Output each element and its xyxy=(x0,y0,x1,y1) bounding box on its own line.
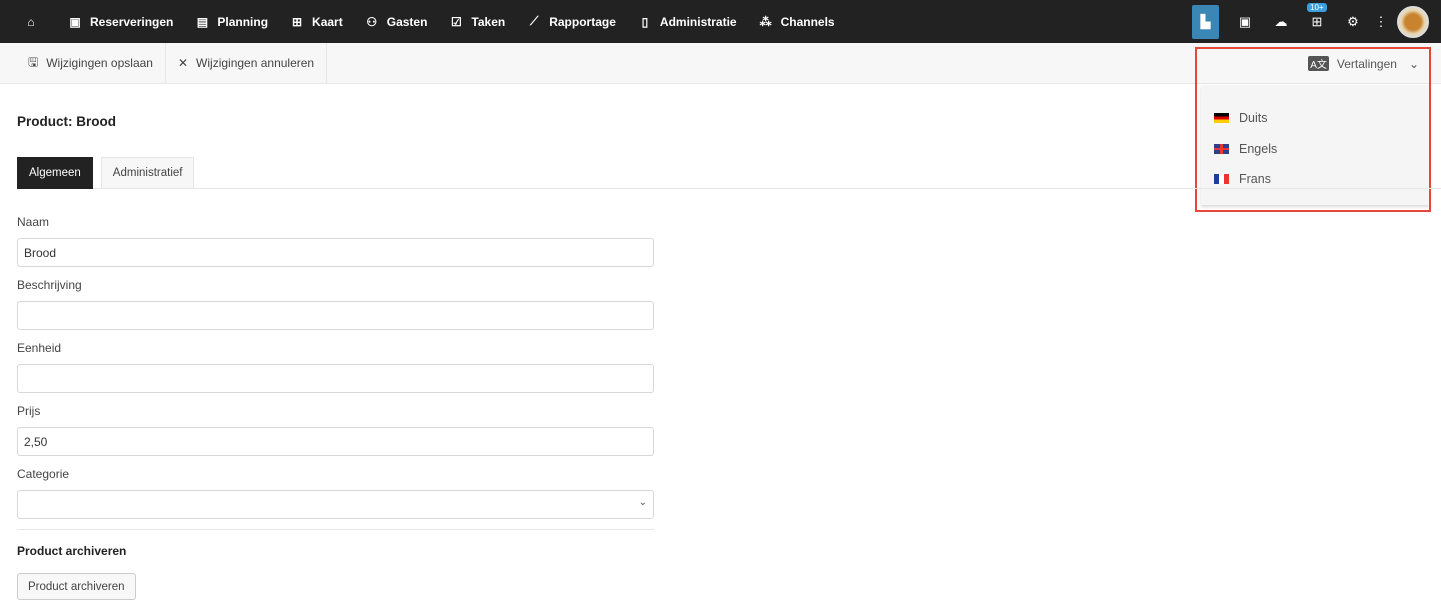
nav-label: Gasten xyxy=(386,14,428,29)
clipboard-icon: ☑ xyxy=(451,14,462,29)
nav-kaart[interactable]: ⊞ Kaart xyxy=(290,15,343,29)
book-icon: ▣ xyxy=(69,14,81,29)
more-vertical-icon: ⋮ xyxy=(1374,13,1388,29)
nav-label: Kaart xyxy=(312,14,343,29)
nav-gasten[interactable]: ⚇ Gasten xyxy=(365,14,428,29)
archive-heading: Product archiveren xyxy=(17,544,127,558)
ledger-icon: ▯ xyxy=(641,14,649,29)
cash-register-icon: ▙ xyxy=(1200,13,1211,29)
eenheid-field: Eenheid xyxy=(17,341,654,393)
cancel-changes-button[interactable]: ✕ Wijzigingen annuleren xyxy=(166,42,328,84)
chevron-down-icon: ⌄ xyxy=(638,497,647,508)
network-icon: ⁂ xyxy=(759,14,772,29)
nav-label: Planning xyxy=(217,14,269,29)
top-nav: ⌂ ▣ Reserveringen ▤ Planning ⊞ Kaart ⚇ Gaste… xyxy=(0,0,1441,43)
home-icon: ⌂ xyxy=(27,14,35,29)
nav-label: Reserveringen xyxy=(90,14,174,29)
notification-badge: 10+ xyxy=(1307,2,1327,12)
gift-icon: ⊞ xyxy=(1311,13,1323,29)
chart-line-icon: ⟋ xyxy=(530,14,539,28)
prijs-field: Prijs xyxy=(17,404,654,456)
nav-label: Channels xyxy=(780,14,835,29)
beschrijving-input[interactable] xyxy=(17,301,654,330)
eenheid-input[interactable] xyxy=(17,364,654,393)
nav-home[interactable]: ⌂ xyxy=(24,15,46,29)
naam-label: Naam xyxy=(17,215,50,229)
nav-label: Taken xyxy=(471,14,506,29)
categorie-label: Categorie xyxy=(17,467,70,481)
prijs-input[interactable] xyxy=(17,427,654,456)
prijs-label: Prijs xyxy=(17,404,41,418)
divider xyxy=(17,529,654,530)
gift-button[interactable]: 10+ ⊞ xyxy=(1299,2,1335,39)
calendar-icon: ▤ xyxy=(196,14,209,29)
categorie-select[interactable]: ⌄ xyxy=(17,490,654,519)
nav-channels[interactable]: ⁂ Channels xyxy=(759,15,835,29)
nav-planning[interactable]: ▤ Planning xyxy=(195,15,268,29)
archive-product-button[interactable]: Product archiveren xyxy=(17,573,136,600)
nav-label: Rapportage xyxy=(549,14,616,29)
nav-reserveringen[interactable]: ▣ Reserveringen xyxy=(68,15,173,29)
save-changes-button[interactable]: 🖫 Wijzigingen opslaan xyxy=(0,42,166,84)
naam-field: Naam xyxy=(17,215,654,267)
save-icon: 🖫 xyxy=(28,54,39,69)
naam-input[interactable] xyxy=(17,238,654,267)
avatar[interactable] xyxy=(1397,5,1429,38)
eenheid-label: Eenheid xyxy=(17,341,62,355)
more-button[interactable]: ⋮ xyxy=(1371,5,1391,39)
beschrijving-field: Beschrijving xyxy=(17,278,654,330)
settings-button[interactable]: ⚙ xyxy=(1335,5,1371,39)
categorie-field: Categorie ⌄ xyxy=(17,467,654,519)
money-icon: ▣ xyxy=(1238,13,1252,29)
beschrijving-label: Beschrijving xyxy=(17,278,82,292)
save-label: Wijzigingen opslaan xyxy=(46,56,153,70)
cloud-download-button[interactable]: ☁ xyxy=(1263,5,1299,39)
cash-button[interactable]: ▣ xyxy=(1227,5,1263,39)
close-icon: ✕ xyxy=(177,56,189,70)
tab-administratief[interactable]: Administratief xyxy=(100,157,195,189)
gear-icon: ⚙ xyxy=(1347,13,1359,29)
nav-rapportage[interactable]: ⟋ Rapportage xyxy=(527,14,616,29)
nav-administratie[interactable]: ▯ Administratie xyxy=(638,15,737,29)
nav-label: Administratie xyxy=(659,14,737,29)
users-icon: ⚇ xyxy=(366,14,378,29)
cancel-label: Wijzigingen annuleren xyxy=(196,56,315,70)
cloud-download-icon: ☁ xyxy=(1274,13,1288,29)
pos-button[interactable]: ▙ xyxy=(1192,4,1219,39)
nav-taken[interactable]: ☑ Taken xyxy=(449,15,505,29)
tab-bar: Algemeen Administratief xyxy=(17,157,1441,189)
tab-algemeen[interactable]: Algemeen xyxy=(17,157,93,189)
page-title: Product: Brood xyxy=(17,114,116,129)
map-icon: ⊞ xyxy=(292,14,303,29)
